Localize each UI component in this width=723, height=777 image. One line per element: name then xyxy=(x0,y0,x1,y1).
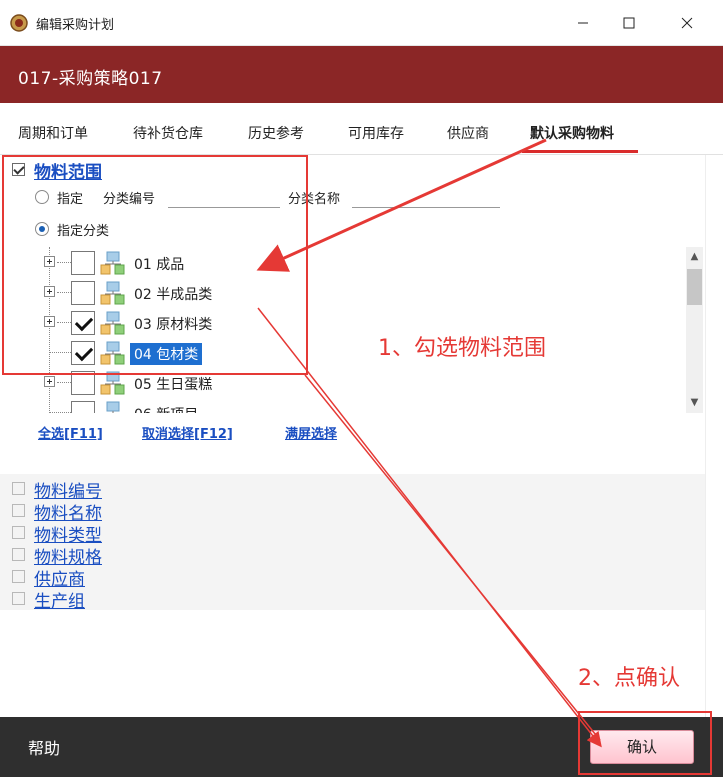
close-icon xyxy=(681,17,693,29)
tree-connector xyxy=(57,382,71,383)
maximize-icon xyxy=(623,17,635,29)
field-checkbox[interactable] xyxy=(12,592,25,605)
help-button[interactable]: 帮助 xyxy=(28,735,60,759)
content-right-edge xyxy=(705,155,723,717)
fullscreen-select-link[interactable]: 满屏选择 xyxy=(285,423,337,442)
filter-fields-panel: 物料编号 物料名称 物料类型 物料规格 供应商 生产组 xyxy=(0,474,705,612)
header-bar: 017-采购策略017 xyxy=(0,46,723,103)
tab-history[interactable]: 历史参考 xyxy=(248,123,304,143)
field-checkbox[interactable] xyxy=(12,504,25,517)
category-folder-icon xyxy=(106,401,120,413)
dialog-window: 编辑采购计划 017-采购策略017 周期和订单 待补货仓库 历史参考 可用库存… xyxy=(0,0,723,777)
expand-icon[interactable] xyxy=(44,376,55,387)
annotation-box-scope xyxy=(2,155,308,375)
page-title: 017-采购策略017 xyxy=(18,69,163,89)
minimize-icon xyxy=(578,22,588,24)
app-logo-icon xyxy=(10,14,28,32)
field-checkbox[interactable] xyxy=(12,548,25,561)
annotation-step2: 2、点确认 xyxy=(578,666,680,691)
tab-supplier[interactable]: 供应商 xyxy=(447,123,489,143)
tab-replenish-warehouse[interactable]: 待补货仓库 xyxy=(133,123,203,143)
field-checkbox[interactable] xyxy=(12,570,25,583)
scroll-down-icon[interactable]: ▼ xyxy=(686,393,703,413)
window-title: 编辑采购计划 xyxy=(36,18,115,33)
tab-bar: 周期和订单 待补货仓库 历史参考 可用库存 供应商 默认采购物料 xyxy=(0,103,723,155)
scroll-thumb[interactable] xyxy=(687,269,702,305)
minimize-button[interactable] xyxy=(560,0,606,46)
annotation-box-confirm xyxy=(578,711,712,775)
tree-item[interactable]: 06 新项目 xyxy=(30,398,670,413)
tree-item-label: 05 生日蛋糕 xyxy=(134,377,213,393)
select-all-link[interactable]: 全选[F11] xyxy=(38,423,103,442)
tree-item-checkbox[interactable] xyxy=(71,401,95,413)
tree-connector xyxy=(50,412,71,413)
annotation-step1: 1、勾选物料范围 xyxy=(378,336,546,361)
tab-cycle-orders[interactable]: 周期和订单 xyxy=(18,123,88,143)
tab-default-materials[interactable]: 默认采购物料 xyxy=(530,123,614,143)
field-checkbox[interactable] xyxy=(12,526,25,539)
maximize-button[interactable] xyxy=(606,0,652,46)
tree-item-label: 06 新项目 xyxy=(130,403,202,413)
active-tab-indicator xyxy=(522,150,638,153)
deselect-link[interactable]: 取消选择[F12] xyxy=(142,423,233,442)
title-bar: 编辑采购计划 xyxy=(0,0,723,46)
tab-available-stock[interactable]: 可用库存 xyxy=(348,123,404,143)
field-label[interactable]: 生产组 xyxy=(34,587,85,612)
field-checkbox[interactable] xyxy=(12,482,25,495)
category-name-input[interactable] xyxy=(352,207,500,208)
scroll-up-icon[interactable]: ▲ xyxy=(686,247,703,267)
tree-scrollbar[interactable]: ▲ ▼ xyxy=(686,247,703,413)
close-button[interactable] xyxy=(664,0,710,46)
